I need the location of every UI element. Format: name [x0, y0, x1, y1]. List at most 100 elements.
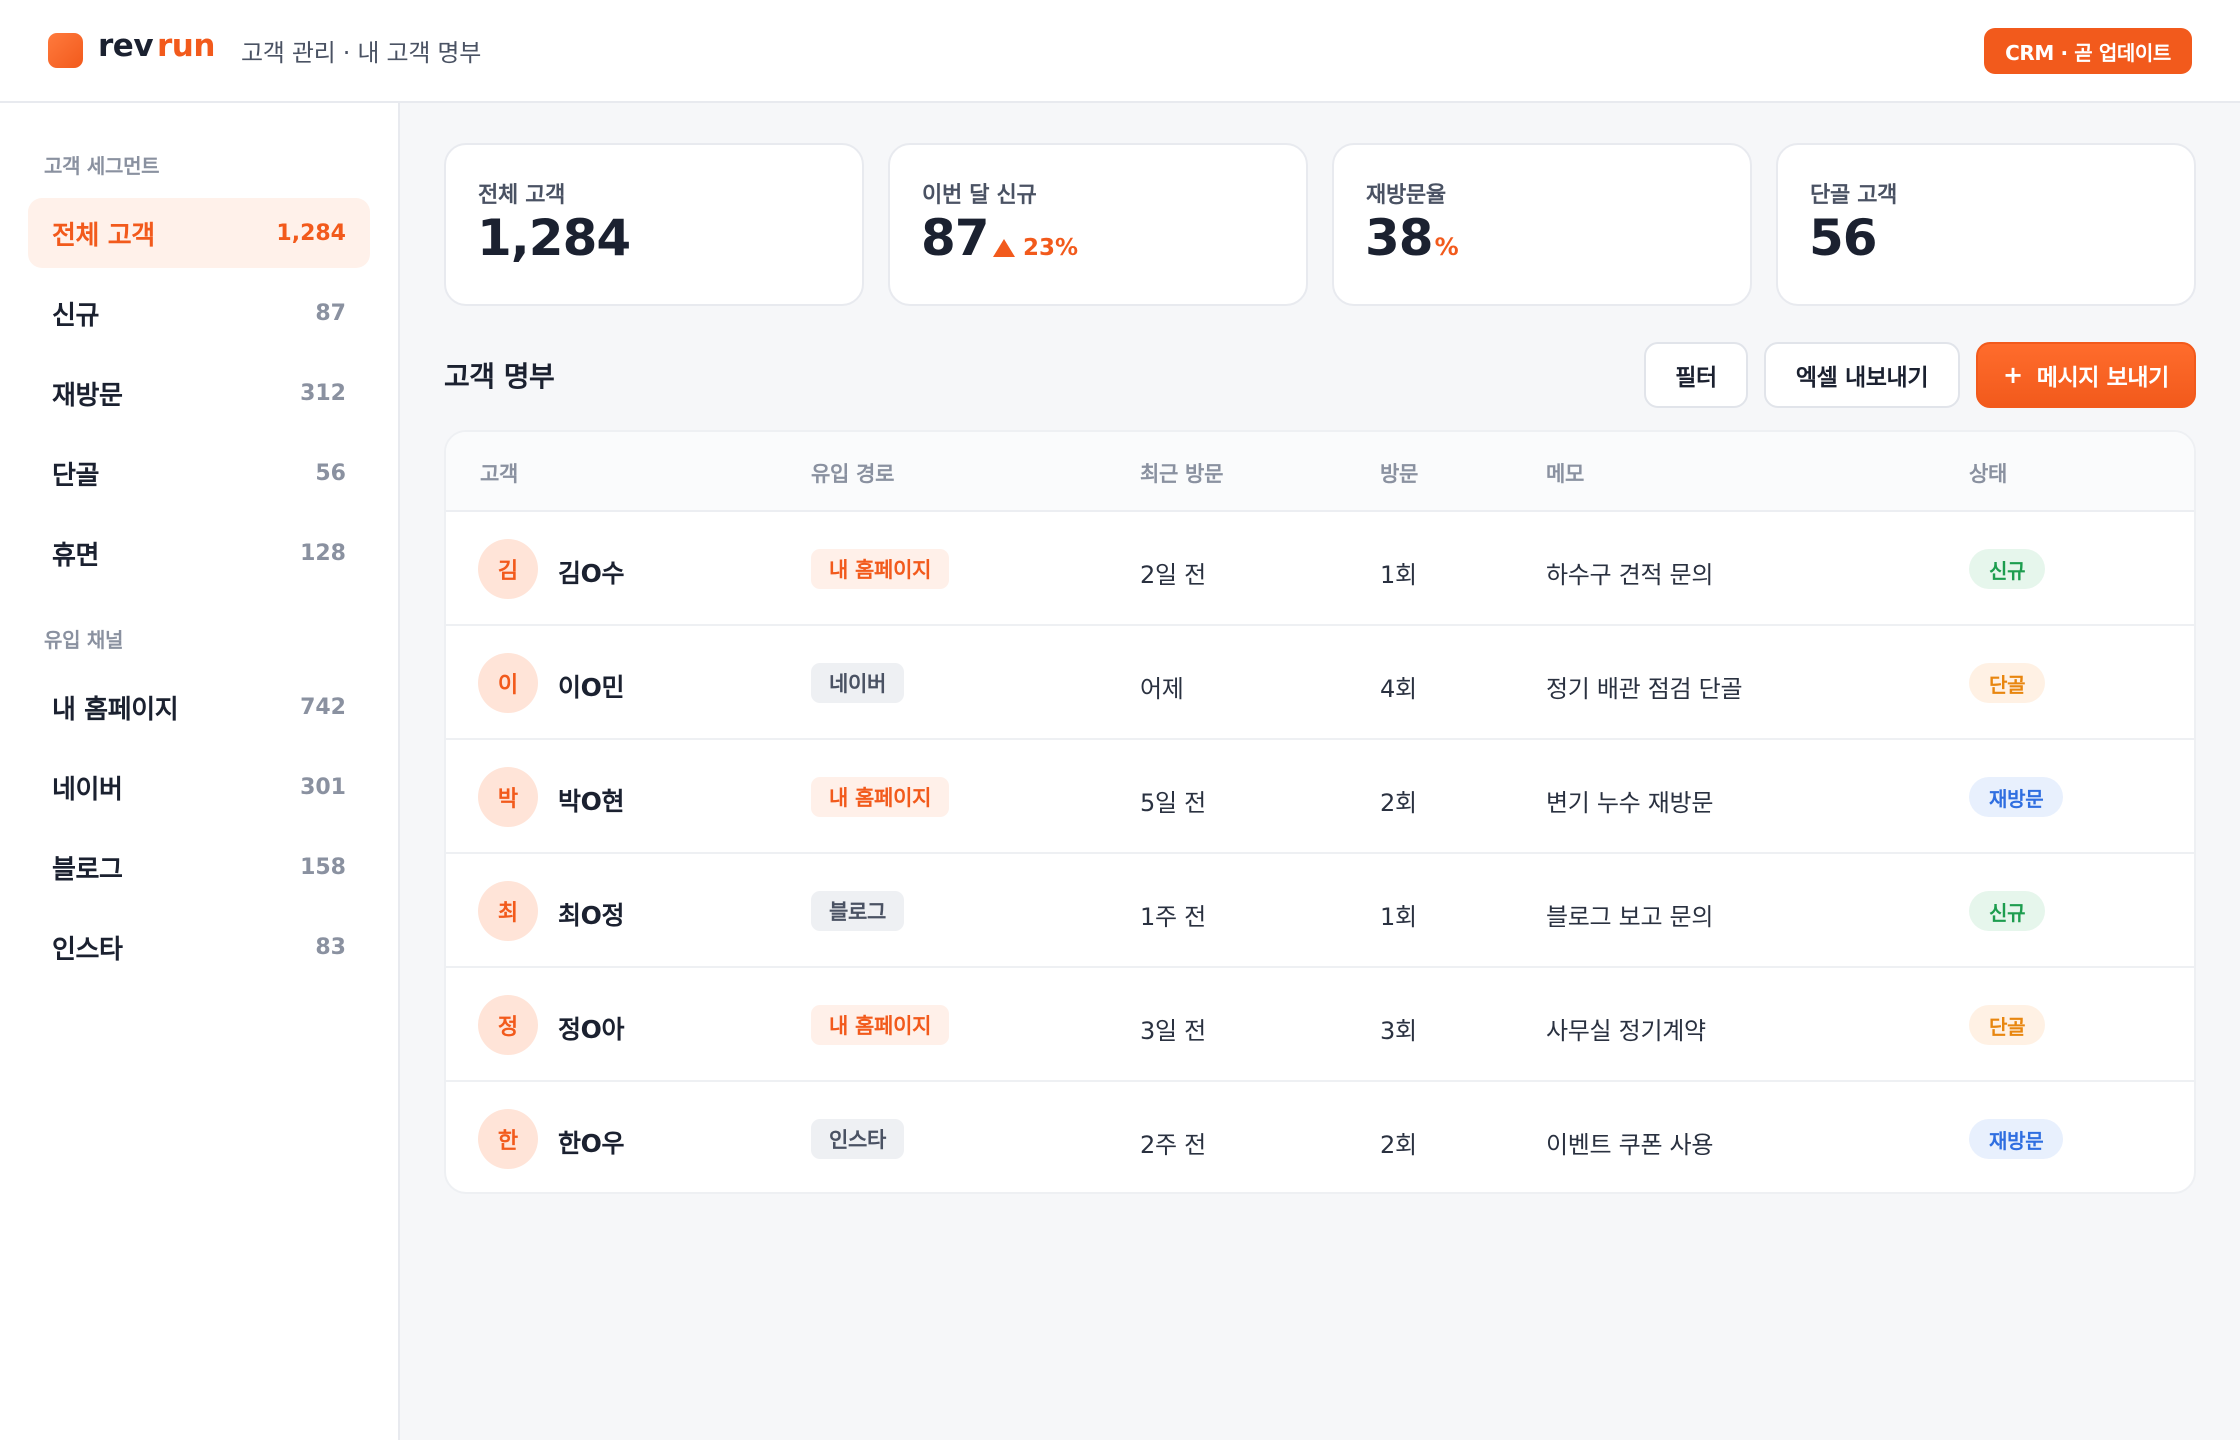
logo-icon	[48, 33, 83, 68]
customer-name[interactable]: 이O민	[558, 668, 624, 704]
send-message-button[interactable]: + 메시지 보내기	[1976, 342, 2196, 408]
column-header-status[interactable]: 상태	[1969, 458, 2007, 488]
visit-count: 1회	[1380, 561, 1417, 589]
status-badge: 재방문	[1969, 777, 2064, 817]
column-header-memo[interactable]: 메모	[1546, 458, 1584, 488]
customer-name[interactable]: 최O정	[558, 896, 624, 932]
table-row[interactable]: 박 박O현 내 홈페이지 5일 전 2회 변기 누수 재방문 재방문	[446, 740, 2194, 854]
customer-name[interactable]: 박O현	[558, 782, 624, 818]
visit-count: 4회	[1380, 675, 1417, 703]
table-row[interactable]: 한 한O우 인스타 2주 전 2회 이벤트 쿠폰 사용 재방문	[446, 1082, 2194, 1192]
stat-label: 재방문율	[1366, 183, 1446, 208]
avatar: 최	[478, 881, 538, 941]
export-excel-button[interactable]: 엑셀 내보내기	[1764, 342, 1960, 408]
sidebar-item-dormant[interactable]: 휴면 128	[28, 518, 370, 588]
crm-update-badge[interactable]: CRM · 곧 업데이트	[1984, 28, 2192, 74]
source-chip: 내 홈페이지	[811, 777, 950, 817]
visit-count: 1회	[1380, 903, 1417, 931]
sidebar-item-label: 내 홈페이지	[52, 694, 179, 725]
logo-text-rev: rev	[98, 28, 154, 64]
channels-section-title: 유입 채널	[44, 628, 124, 652]
customer-name[interactable]: 정O아	[558, 1010, 624, 1046]
stat-value: 56	[1809, 209, 1878, 267]
last-visit: 2주 전	[1140, 1131, 1206, 1159]
sidebar-item-count: 742	[300, 694, 346, 720]
sidebar-item-blog[interactable]: 블로그 158	[28, 832, 370, 902]
send-message-label: 메시지 보내기	[2036, 365, 2170, 391]
table-header: 고객 유입 경로 최근 방문 방문 메모 상태	[446, 432, 2194, 512]
sidebar-item-count: 87	[315, 300, 346, 326]
stat-card-revisit-rate: 재방문율 38%	[1332, 143, 1752, 306]
avatar: 김	[478, 539, 538, 599]
stat-value: 38%	[1365, 209, 1459, 267]
stat-card-new-this-month: 이번 달 신규 87 23%	[888, 143, 1308, 306]
customer-table: 고객 유입 경로 최근 방문 방문 메모 상태 김 김O수 내 홈페이지 2일 …	[444, 430, 2196, 1194]
logo-text-run: run	[157, 28, 215, 64]
last-visit: 3일 전	[1140, 1017, 1206, 1045]
avatar: 정	[478, 995, 538, 1055]
column-header-source[interactable]: 유입 경로	[811, 458, 894, 488]
sidebar-item-count: 83	[315, 934, 346, 960]
status-badge: 신규	[1969, 549, 2046, 589]
visit-count: 2회	[1380, 1131, 1417, 1159]
plus-icon: +	[2003, 361, 2023, 389]
sidebar-item-all-customers[interactable]: 전체 고객 1,284	[28, 198, 370, 268]
sidebar-item-count: 158	[300, 854, 346, 880]
table-row[interactable]: 이 이O민 네이버 어제 4회 정기 배관 점검 단골 단골	[446, 626, 2194, 740]
sidebar-item-label: 인스타	[52, 934, 123, 965]
last-visit: 2일 전	[1140, 561, 1206, 589]
sidebar-item-new[interactable]: 신규 87	[28, 278, 370, 348]
trend-up-icon	[993, 239, 1015, 257]
sidebar-item-label: 블로그	[52, 854, 123, 885]
customer-name[interactable]: 한O우	[558, 1124, 624, 1160]
column-header-last-visit[interactable]: 최근 방문	[1140, 458, 1223, 488]
stat-label: 단골 고객	[1810, 183, 1898, 208]
stat-unit: %	[1434, 233, 1459, 261]
table-row[interactable]: 최 최O정 블로그 1주 전 1회 블로그 보고 문의 신규	[446, 854, 2194, 968]
sidebar-item-homepage[interactable]: 내 홈페이지 742	[28, 672, 370, 742]
breadcrumb: 고객 관리 · 내 고객 명부	[241, 39, 481, 67]
table-row[interactable]: 정 정O아 내 홈페이지 3일 전 3회 사무실 정기계약 단골	[446, 968, 2194, 1082]
customer-name[interactable]: 김O수	[558, 554, 624, 590]
avatar: 한	[478, 1109, 538, 1169]
sidebar-item-revisit[interactable]: 재방문 312	[28, 358, 370, 428]
status-badge: 단골	[1969, 663, 2046, 703]
filter-button[interactable]: 필터	[1644, 342, 1748, 408]
avatar: 박	[478, 767, 538, 827]
source-chip: 블로그	[811, 891, 905, 931]
status-badge: 재방문	[1969, 1119, 2064, 1159]
column-header-visits[interactable]: 방문	[1380, 458, 1418, 488]
sidebar-item-count: 312	[300, 380, 346, 406]
source-chip: 내 홈페이지	[811, 549, 950, 589]
segments-section-title: 고객 세그먼트	[44, 154, 160, 178]
sidebar-item-label: 전체 고객	[52, 220, 155, 251]
sidebar-item-loyal[interactable]: 단골 56	[28, 438, 370, 508]
stat-value: 87	[921, 209, 990, 267]
column-header-customer[interactable]: 고객	[480, 458, 518, 488]
sidebar-item-label: 휴면	[52, 540, 100, 571]
stat-card-loyal: 단골 고객 56	[1776, 143, 2196, 306]
sidebar-item-count: 56	[315, 460, 346, 486]
table-row[interactable]: 김 김O수 내 홈페이지 2일 전 1회 하수구 견적 문의 신규	[446, 512, 2194, 626]
stat-label: 이번 달 신규	[922, 183, 1037, 208]
status-badge: 단골	[1969, 1005, 2046, 1045]
sidebar-item-label: 신규	[52, 300, 100, 331]
stat-value: 1,284	[477, 209, 631, 267]
memo: 이벤트 쿠폰 사용	[1546, 1131, 1714, 1159]
sidebar-item-naver[interactable]: 네이버 301	[28, 752, 370, 822]
stat-delta-value: 23%	[1023, 235, 1079, 261]
source-chip: 인스타	[811, 1119, 905, 1159]
memo: 정기 배관 점검 단골	[1546, 675, 1743, 703]
visit-count: 2회	[1380, 789, 1417, 817]
sidebar-item-label: 재방문	[52, 380, 123, 411]
visit-count: 3회	[1380, 1017, 1417, 1045]
source-chip: 내 홈페이지	[811, 1005, 950, 1045]
source-chip: 네이버	[811, 663, 905, 703]
sidebar-item-instagram[interactable]: 인스타 83	[28, 912, 370, 982]
last-visit: 어제	[1140, 675, 1184, 703]
stat-label: 전체 고객	[478, 183, 566, 208]
last-visit: 1주 전	[1140, 903, 1206, 931]
sidebar-item-count: 301	[300, 774, 346, 800]
memo: 사무실 정기계약	[1546, 1017, 1706, 1045]
stat-value-number: 38	[1365, 209, 1434, 267]
